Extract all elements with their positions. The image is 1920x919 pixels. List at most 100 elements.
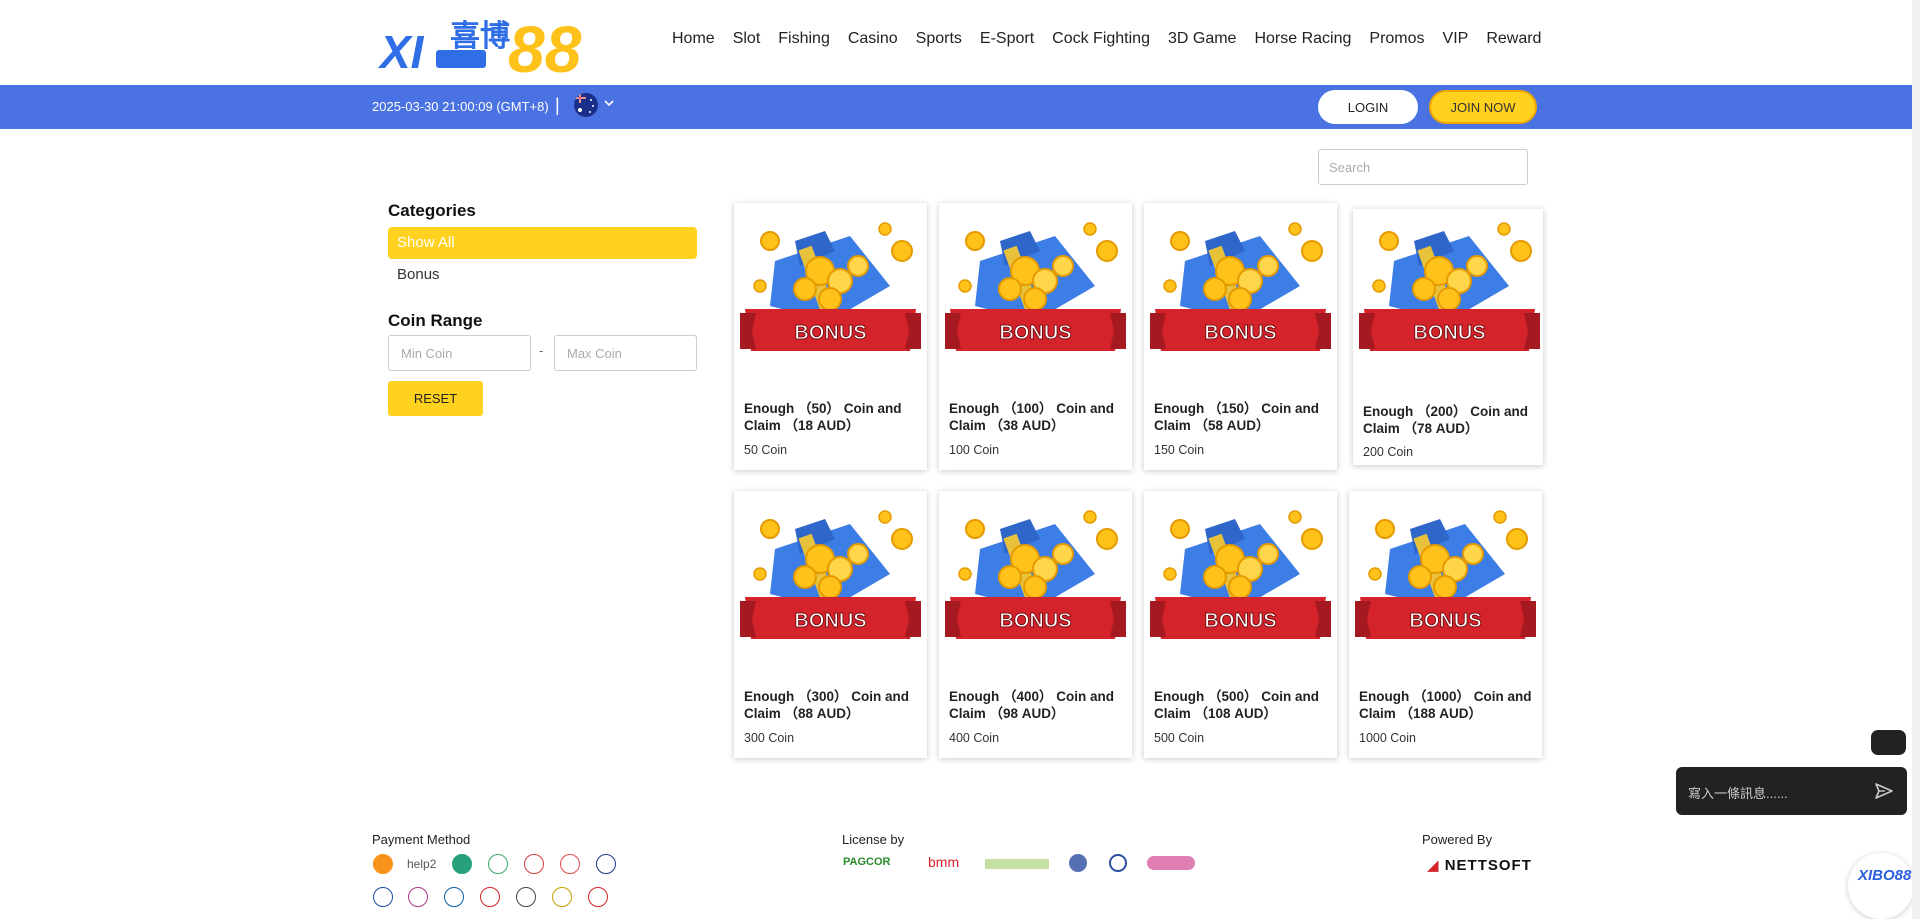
payment-icon [552, 887, 572, 907]
payment-icon [524, 854, 544, 874]
nav-fishing[interactable]: Fishing [778, 30, 830, 48]
payment-icon [408, 887, 428, 907]
payment-icon [488, 854, 508, 874]
bonus-gift-image[interactable]: BONUS [945, 499, 1126, 649]
nav-casino[interactable]: Casino [848, 30, 898, 48]
license-title: License by [842, 832, 905, 847]
product-coin-price: 150 Coin [1154, 443, 1205, 457]
payment-icon [373, 887, 393, 907]
product-card[interactable]: BONUS Enough （200） Coin and Claim （78 AU… [1353, 209, 1543, 465]
gaming-labs-logo [1147, 856, 1195, 870]
svg-text:喜博: 喜博 [450, 19, 510, 54]
chevron-down-icon[interactable] [604, 98, 614, 108]
nav-sports[interactable]: Sports [916, 30, 962, 48]
product-coin-price: 1000 Coin [1359, 731, 1416, 745]
product-card[interactable]: BONUS Enough （150） Coin and Claim （58 AU… [1144, 203, 1337, 470]
category-bonus[interactable]: Bonus [397, 266, 440, 283]
payment-icon [560, 854, 580, 874]
nav-vip[interactable]: VIP [1443, 30, 1469, 48]
license-badge-icon [1109, 854, 1127, 872]
payment-icon [444, 887, 464, 907]
nav-horse-racing[interactable]: Horse Racing [1254, 30, 1351, 48]
reset-button[interactable]: RESET [388, 381, 483, 416]
license-seal-icon [1069, 854, 1087, 872]
nav-slot[interactable]: Slot [733, 30, 761, 48]
nav-3d-game[interactable]: 3D Game [1168, 30, 1236, 48]
product-title[interactable]: Enough （100） Coin and Claim （38 AUD） [949, 400, 1129, 434]
bonus-gift-image[interactable]: BONUS [1150, 499, 1331, 649]
powered-by-title: Powered By [1422, 832, 1493, 847]
product-card[interactable]: BONUS Enough （50） Coin and Claim （18 AUD… [734, 203, 927, 470]
nav-cock-fighting[interactable]: Cock Fighting [1052, 30, 1150, 48]
product-card[interactable]: BONUS Enough （300） Coin and Claim （88 AU… [734, 491, 927, 758]
divider: | [555, 95, 560, 115]
svg-text:help2: help2 [407, 857, 437, 871]
svg-text:88: 88 [508, 12, 582, 76]
join-now-button[interactable]: JOIN NOW [1429, 90, 1537, 124]
product-title[interactable]: Enough （1000） Coin and Claim （188 AUD） [1359, 688, 1539, 722]
product-title[interactable]: Enough （50） Coin and Claim （18 AUD） [744, 400, 924, 434]
nav-home[interactable]: Home [672, 30, 715, 48]
product-title[interactable]: Enough （400） Coin and Claim （98 AUD） [949, 688, 1129, 722]
product-coin-price: 200 Coin [1363, 445, 1414, 459]
bonus-gift-image[interactable]: BONUS [945, 211, 1126, 361]
search-input[interactable] [1318, 149, 1528, 185]
product-coin-price: 50 Coin [744, 443, 788, 457]
page-scrollbar[interactable] [1912, 0, 1920, 919]
bonus-gift-image[interactable]: BONUS [1150, 211, 1331, 361]
bonus-gift-image[interactable]: BONUS [740, 211, 921, 361]
help2pay-icon: help2 [407, 854, 437, 874]
payment-icon [596, 854, 616, 874]
top-bar: 2025-03-30 21:00:09 (GMT+8) | LOGIN JOIN… [0, 85, 1920, 129]
svg-text:BONUS: BONUS [1413, 322, 1485, 344]
product-coin-price: 500 Coin [1154, 731, 1205, 745]
floating-logo-button[interactable]: XIBO88 [1848, 853, 1914, 919]
bonus-gift-image[interactable]: BONUS [1359, 211, 1540, 361]
bitcoin-icon [373, 854, 393, 874]
site-logo[interactable]: XI 喜博 88 [378, 8, 608, 76]
product-coin-price: 300 Coin [744, 731, 795, 745]
product-card[interactable]: BONUS Enough （400） Coin and Claim （98 AU… [939, 491, 1132, 758]
product-title[interactable]: Enough （150） Coin and Claim （58 AUD） [1154, 400, 1334, 434]
svg-text:BONUS: BONUS [999, 322, 1071, 344]
svg-text:XI: XI [378, 26, 425, 76]
svg-text:BONUS: BONUS [1204, 610, 1276, 632]
datetime-display: 2025-03-30 21:00:09 (GMT+8) [372, 99, 549, 114]
product-coin-price: 100 Coin [949, 443, 1000, 457]
send-icon[interactable] [1873, 780, 1895, 802]
range-dash: - [539, 343, 544, 358]
australia-flag-icon[interactable] [574, 93, 598, 117]
nettsoft-logo: ◢ NETTSOFT [1427, 857, 1532, 874]
payment-method-title: Payment Method [372, 832, 471, 847]
categories-title: Categories [388, 201, 476, 220]
max-coin-input[interactable] [554, 335, 697, 371]
svg-text:BONUS: BONUS [1409, 610, 1481, 632]
coin-range-title: Coin Range [388, 311, 483, 330]
payment-icon [480, 887, 500, 907]
bmm-logo: bmm [928, 854, 960, 870]
svg-text:BONUS: BONUS [794, 322, 866, 344]
nav-e-sport[interactable]: E-Sport [980, 30, 1034, 48]
category-show-all[interactable]: Show All [388, 227, 697, 259]
product-title[interactable]: Enough （500） Coin and Claim （108 AUD） [1154, 688, 1334, 722]
nav-reward[interactable]: Reward [1486, 30, 1541, 48]
product-card[interactable]: BONUS Enough （1000） Coin and Claim （188 … [1349, 491, 1542, 758]
min-coin-input[interactable] [388, 335, 531, 371]
payment-icon [588, 887, 608, 907]
chat-placeholder: 寫入一條訊息...... [1688, 786, 1788, 801]
product-title[interactable]: Enough （200） Coin and Claim （78 AUD） [1363, 403, 1543, 437]
svg-text:BONUS: BONUS [794, 610, 866, 632]
product-title[interactable]: Enough （300） Coin and Claim （88 AUD） [744, 688, 924, 722]
site-header: XI 喜博 88 Home Slot Fishing Casino Sports E-Sp… [0, 0, 1920, 85]
main-nav: Home Slot Fishing Casino Sports E-Sport Cock F… [672, 30, 1559, 48]
chat-input-box[interactable]: 寫入一條訊息...... [1676, 767, 1907, 815]
bonus-gift-image[interactable]: BONUS [1355, 499, 1536, 649]
login-button[interactable]: LOGIN [1318, 90, 1418, 124]
svg-text:BONUS: BONUS [1204, 322, 1276, 344]
chat-toggle-button[interactable] [1871, 730, 1906, 755]
product-card[interactable]: BONUS Enough （500） Coin and Claim （108 A… [1144, 491, 1337, 758]
nav-promos[interactable]: Promos [1369, 30, 1424, 48]
product-card[interactable]: BONUS Enough （100） Coin and Claim （38 AU… [939, 203, 1132, 470]
bonus-gift-image[interactable]: BONUS [740, 499, 921, 649]
product-coin-price: 400 Coin [949, 731, 1000, 745]
